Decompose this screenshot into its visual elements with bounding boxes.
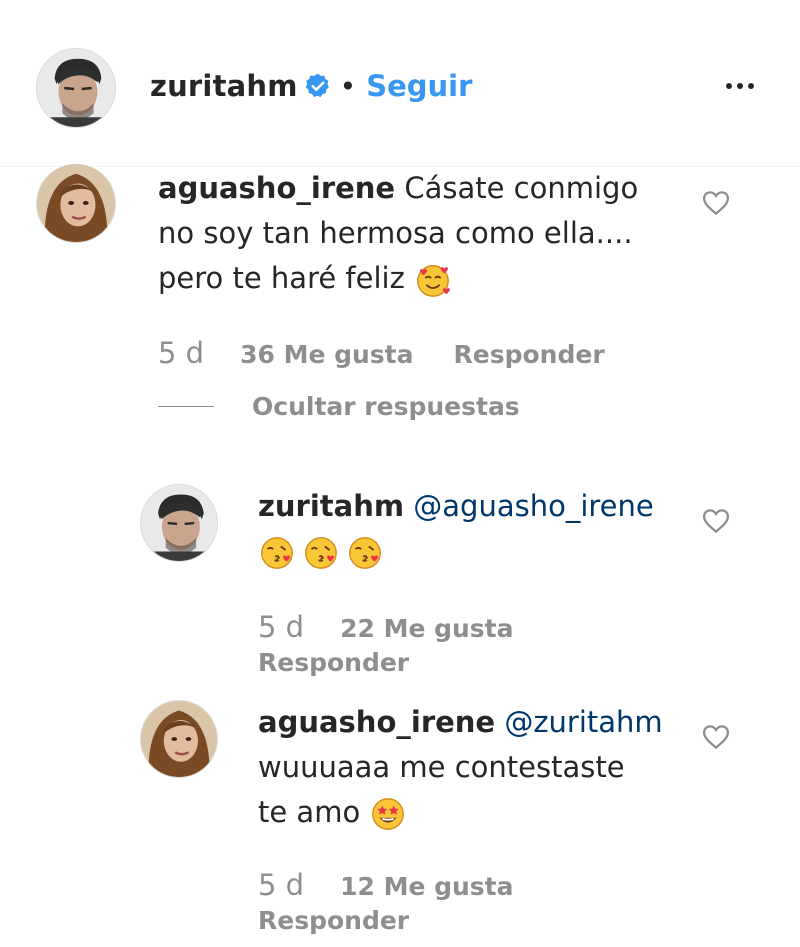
likes-count[interactable]: 36 Me gusta — [240, 340, 413, 369]
post-header: zuritahm • Seguir — [0, 0, 800, 170]
follow-button[interactable]: Seguir — [366, 69, 472, 103]
likes-count[interactable]: 12 Me gusta — [340, 872, 513, 901]
divider-line — [158, 406, 214, 407]
comment-body: aguasho_irene Cásate conmigo no soy tan … — [158, 166, 698, 301]
timestamp: 5 d — [158, 336, 205, 370]
separator-dot: • — [339, 69, 357, 103]
header-user-line: zuritahm • Seguir — [150, 64, 472, 108]
likes-count[interactable]: 22 Me gusta — [340, 614, 513, 643]
heart-icon[interactable] — [700, 188, 732, 218]
comment-text-line2: no soy tan hermosa como ella.... — [158, 216, 633, 250]
comment-text-line2: te amo — [258, 795, 361, 829]
avatar[interactable] — [140, 700, 218, 778]
reply-button[interactable]: Responder — [454, 340, 605, 369]
hide-replies-label: Ocultar respuestas — [252, 392, 520, 421]
comment-meta: 5 d 12 Me gusta — [258, 868, 514, 902]
comment-username[interactable]: aguasho_irene — [258, 705, 495, 739]
face-blowing-kiss-icon — [302, 534, 340, 572]
comment-username[interactable]: zuritahm — [258, 489, 404, 523]
heart-icon[interactable] — [700, 506, 732, 536]
star-struck-icon — [369, 795, 407, 833]
heart-icon[interactable] — [700, 722, 732, 752]
header-username[interactable]: zuritahm — [150, 69, 298, 103]
reply-button[interactable]: Responder — [258, 648, 409, 677]
comment-text-line1: wuuuaaa me contestaste — [258, 750, 625, 784]
timestamp: 5 d — [258, 868, 305, 902]
profile-photo-icon — [37, 49, 115, 127]
comment-meta-reply: Responder — [258, 648, 409, 677]
face-blowing-kiss-icon — [258, 534, 296, 572]
profile-photo-icon — [141, 701, 217, 777]
avatar[interactable] — [36, 48, 116, 128]
timestamp: 5 d — [258, 610, 305, 644]
reply-button[interactable]: Responder — [258, 906, 409, 935]
comment-body: aguasho_irene @zuritahm wuuuaaa me conte… — [258, 700, 698, 835]
comment-username[interactable]: aguasho_irene — [158, 171, 395, 205]
dot — [737, 83, 743, 89]
face-blowing-kiss-icon — [346, 534, 384, 572]
profile-photo-icon — [37, 164, 115, 242]
comment-body: zuritahm @aguasho_irene — [258, 484, 688, 574]
mention-link[interactable]: @aguasho_irene — [413, 489, 653, 523]
verified-badge-icon — [305, 73, 329, 97]
profile-photo-icon — [141, 485, 217, 561]
avatar[interactable] — [36, 164, 116, 243]
comment-text-line1: Cásate conmigo — [404, 171, 639, 205]
comment-text-line3: pero te haré feliz — [158, 261, 405, 295]
dot — [748, 83, 754, 89]
comment-meta: 5 d 36 Me gusta Responder — [158, 336, 605, 370]
avatar[interactable] — [140, 484, 218, 562]
comment-meta-reply: Responder — [258, 906, 409, 935]
dot — [726, 83, 732, 89]
hide-replies-button[interactable]: Ocultar respuestas — [158, 392, 520, 421]
comment-meta: 5 d 22 Me gusta — [258, 610, 514, 644]
more-options-icon[interactable] — [716, 66, 764, 106]
mention-link[interactable]: @zuritahm — [504, 705, 662, 739]
smiling-face-with-hearts-icon — [414, 261, 452, 299]
